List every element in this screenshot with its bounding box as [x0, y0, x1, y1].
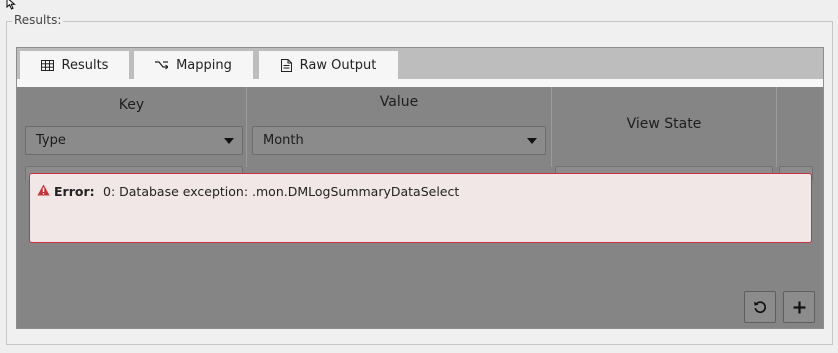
tab-results-label: Results [61, 57, 109, 73]
error-banner: Error: 0: Database exception: .mon.DMLog… [29, 173, 812, 243]
tab-results[interactable]: Results [19, 50, 130, 80]
chevron-down-icon [527, 138, 537, 144]
column-header-view-state: View State [626, 116, 702, 132]
refresh-icon [754, 301, 767, 314]
tab-mapping-label: Mapping [176, 57, 232, 73]
mapping-icon [155, 61, 169, 70]
error-label: Error: [54, 184, 95, 199]
document-icon [280, 58, 292, 72]
results-content-area: Key Value View State Type Month Error: 0… [17, 87, 823, 328]
column-separator [776, 87, 777, 167]
add-button[interactable] [783, 291, 815, 323]
tab-raw-output[interactable]: Raw Output [258, 50, 399, 80]
key-filter-value: Type [36, 133, 66, 148]
table-icon [40, 59, 54, 71]
mouse-cursor-icon [6, 0, 16, 10]
value-filter-select[interactable]: Month [252, 126, 546, 155]
column-header-key: Key [118, 97, 145, 113]
refresh-button[interactable] [744, 291, 776, 323]
column-header-value: Value [379, 94, 419, 110]
tab-mapping[interactable]: Mapping [133, 50, 254, 80]
value-filter-value: Month [263, 133, 304, 148]
tab-strip-divider [17, 79, 823, 87]
results-group-title: Results: [12, 13, 64, 27]
tab-raw-output-label: Raw Output [299, 57, 377, 73]
key-filter-select[interactable]: Type [25, 126, 243, 155]
chevron-down-icon [224, 138, 234, 144]
error-message: 0: Database exception: .mon.DMLogSummary… [103, 184, 460, 199]
plus-icon [793, 301, 805, 313]
warning-icon [37, 184, 50, 196]
results-tab-panel: Results Mapping Raw Output Key Value Vie… [16, 47, 824, 329]
